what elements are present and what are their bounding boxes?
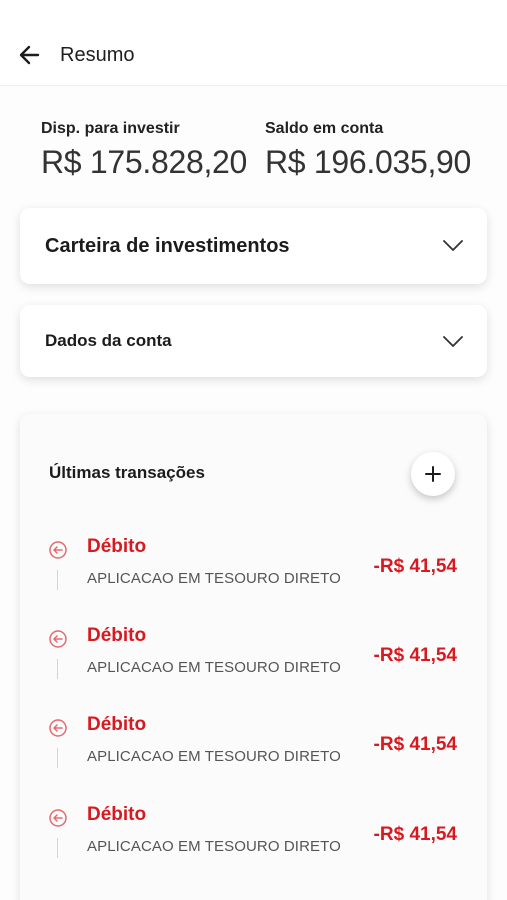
transaction-type: Débito: [87, 804, 147, 825]
back-button[interactable]: [17, 42, 43, 68]
transaction-description: APLICACAO EM TESOURO DIRETO: [87, 659, 341, 676]
transaction-item[interactable]: Débito APLICACAO EM TESOURO DIRETO -R$ 4…: [20, 619, 487, 689]
balance-invest-value: R$ 175.828,20: [41, 144, 248, 180]
carteira-title: Carteira de investimentos: [45, 235, 290, 257]
plus-icon: [425, 466, 441, 482]
arrow-left-circle-icon: [49, 630, 67, 648]
balance-invest: Disp. para investir R$ 175.828,20: [41, 120, 247, 181]
chevron-down-icon: [443, 240, 463, 251]
timeline-line: [57, 659, 58, 679]
arrow-left-circle-icon: [49, 541, 67, 559]
add-transaction-button[interactable]: [411, 452, 455, 496]
arrow-left-icon: [19, 45, 40, 65]
transaction-description: APLICACAO EM TESOURO DIRETO: [87, 748, 341, 765]
balance-saldo: Saldo em conta R$ 196.035,90: [265, 120, 471, 181]
transaction-item[interactable]: Débito APLICACAO EM TESOURO DIRETO -R$ 4…: [20, 798, 487, 868]
transaction-amount: -R$ 41,54: [373, 645, 457, 666]
transactions-title: Últimas transações: [49, 463, 205, 482]
carteira-investimentos-card[interactable]: Carteira de investimentos: [20, 208, 487, 284]
balance-invest-label: Disp. para investir: [41, 120, 180, 137]
dados-title: Dados da conta: [45, 331, 172, 350]
transaction-item[interactable]: Débito APLICACAO EM TESOURO DIRETO -R$ 4…: [20, 708, 487, 778]
transaction-amount: -R$ 41,54: [373, 556, 457, 577]
transaction-type: Débito: [87, 536, 147, 557]
timeline-line: [57, 570, 58, 590]
timeline-line: [57, 838, 58, 858]
transaction-amount: -R$ 41,54: [373, 734, 457, 755]
dados-conta-card[interactable]: Dados da conta: [20, 305, 487, 377]
transaction-description: APLICACAO EM TESOURO DIRETO: [87, 838, 341, 855]
page-title: Resumo: [60, 44, 135, 66]
transaction-type: Débito: [87, 714, 147, 735]
chevron-down-icon: [443, 336, 463, 347]
transaction-description: APLICACAO EM TESOURO DIRETO: [87, 570, 341, 587]
transaction-amount: -R$ 41,54: [373, 824, 457, 845]
balance-saldo-label: Saldo em conta: [265, 120, 384, 137]
header-bar: Resumo: [0, 0, 507, 86]
transactions-card: Últimas transações Débito APLICACAO EM T…: [20, 414, 487, 900]
app-screen: Resumo Disp. para investir R$ 175.828,20…: [0, 0, 507, 900]
arrow-left-circle-icon: [49, 809, 67, 827]
transaction-item[interactable]: Débito APLICACAO EM TESOURO DIRETO -R$ 4…: [20, 530, 487, 600]
transaction-type: Débito: [87, 625, 147, 646]
balance-saldo-value: R$ 196.035,90: [265, 144, 472, 180]
timeline-line: [57, 748, 58, 768]
arrow-left-circle-icon: [49, 719, 67, 737]
